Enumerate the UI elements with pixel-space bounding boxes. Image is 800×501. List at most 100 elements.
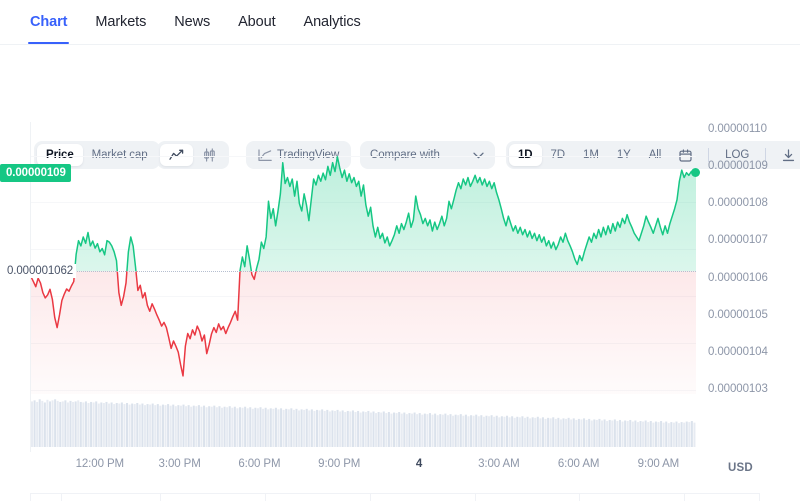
tab-chart[interactable]: Chart bbox=[27, 0, 70, 44]
volume-bar bbox=[688, 422, 691, 447]
x-axis-tick: 9:00 AM bbox=[637, 458, 680, 470]
volume-bar bbox=[654, 421, 657, 447]
volume-bar bbox=[69, 400, 72, 447]
volume-bar bbox=[362, 411, 365, 447]
volume-bar bbox=[174, 406, 177, 447]
volume-bar bbox=[472, 415, 475, 447]
tab-markets[interactable]: Markets bbox=[95, 0, 146, 44]
volume-bar bbox=[182, 404, 185, 447]
x-axis-tick: 3:00 PM bbox=[158, 458, 201, 470]
volume-bar bbox=[46, 399, 49, 447]
volume-bar bbox=[693, 422, 696, 447]
volume-bar bbox=[428, 413, 431, 447]
volume-bar bbox=[190, 406, 193, 447]
volume-bar bbox=[385, 413, 388, 447]
volume-bar bbox=[644, 420, 647, 447]
volume-bar bbox=[446, 415, 449, 447]
volume-bar bbox=[570, 419, 573, 447]
volume-bar bbox=[616, 421, 619, 447]
volume-bar bbox=[141, 403, 144, 447]
volume-bar bbox=[41, 400, 44, 447]
volume-bar bbox=[249, 407, 252, 447]
volume-bar bbox=[462, 415, 465, 447]
volume-bar bbox=[31, 401, 34, 447]
volume-bar bbox=[477, 416, 480, 447]
table-cell bbox=[579, 493, 684, 501]
x-axis-tick: 9:00 PM bbox=[318, 458, 361, 470]
tab-news[interactable]: News bbox=[174, 0, 210, 44]
volume-bar bbox=[572, 418, 575, 447]
volume-bar bbox=[131, 403, 134, 447]
volume-bar bbox=[413, 412, 416, 447]
volume-bar bbox=[79, 401, 82, 447]
volume-bar bbox=[244, 406, 247, 447]
volume-bar bbox=[64, 400, 67, 447]
volume-bar bbox=[84, 401, 87, 447]
volume-bar bbox=[459, 414, 462, 447]
reference-price-label: 0.000001062 bbox=[4, 264, 77, 279]
tab-analytics[interactable]: Analytics bbox=[304, 0, 361, 44]
volume-bar bbox=[457, 415, 460, 447]
volume-bar bbox=[87, 403, 90, 447]
volume-bar bbox=[490, 415, 493, 447]
volume-bar bbox=[601, 420, 604, 447]
volume-bar bbox=[369, 412, 372, 447]
volume-bar bbox=[372, 411, 375, 447]
y-axis-tick: 0.00000106 bbox=[708, 271, 768, 284]
volume-bar bbox=[367, 410, 370, 447]
volume-bar bbox=[97, 403, 100, 447]
volume-bar bbox=[292, 409, 295, 447]
volume-bar bbox=[72, 401, 75, 447]
volume-bar bbox=[316, 409, 319, 447]
volume-bar bbox=[631, 421, 634, 447]
volume-bar bbox=[595, 419, 598, 447]
volume-bar bbox=[606, 421, 609, 447]
volume-bar bbox=[169, 405, 172, 447]
volume-bar bbox=[395, 413, 398, 447]
volume-bar bbox=[672, 422, 675, 447]
volume-bar bbox=[213, 405, 216, 447]
volume-bar bbox=[221, 407, 224, 447]
volume-bar bbox=[115, 403, 118, 447]
volume-bar bbox=[549, 418, 552, 447]
volume-bar bbox=[236, 408, 239, 447]
volume-bar bbox=[518, 417, 521, 447]
volume-bar bbox=[203, 405, 206, 447]
volume-bar bbox=[377, 412, 380, 447]
table-cell bbox=[160, 493, 266, 501]
volume-bar bbox=[328, 411, 331, 447]
price-chart[interactable]: CoinMarketCap bbox=[30, 122, 696, 452]
bottom-table-edge bbox=[30, 493, 760, 501]
volume-bar bbox=[110, 402, 113, 447]
volume-bar bbox=[575, 419, 578, 447]
volume-bar bbox=[685, 421, 688, 447]
table-cell bbox=[30, 493, 61, 501]
y-axis-tick: 0.00000104 bbox=[708, 345, 768, 358]
volume-bar bbox=[400, 413, 403, 447]
volume-bar bbox=[426, 414, 429, 447]
table-cell bbox=[60, 493, 161, 501]
current-price-badge: 0.00000109 bbox=[0, 163, 71, 182]
volume-bar bbox=[665, 421, 668, 447]
tab-about[interactable]: About bbox=[238, 0, 276, 44]
volume-bar bbox=[577, 418, 580, 447]
volume-bar bbox=[454, 414, 457, 447]
volume-bar bbox=[264, 407, 267, 447]
volume-bar bbox=[351, 410, 354, 447]
volume-bar bbox=[305, 408, 308, 447]
volume-bar bbox=[280, 408, 283, 447]
volume-bar bbox=[387, 412, 390, 447]
volume-bar bbox=[416, 414, 419, 447]
volume-bar bbox=[513, 417, 516, 447]
volume-bar bbox=[405, 414, 408, 447]
volume-bar bbox=[493, 416, 496, 447]
volume-bar bbox=[403, 412, 406, 447]
volume-bar bbox=[113, 404, 116, 447]
volume-bar bbox=[246, 408, 249, 447]
volume-bar bbox=[223, 406, 226, 447]
volume-bar bbox=[421, 414, 424, 447]
x-axis-tick: 12:00 PM bbox=[75, 458, 125, 470]
volume-bar bbox=[603, 419, 606, 447]
x-axis: 12:00 PM 3:00 PM 6:00 PM 9:00 PM 4 3:00 AM 6:0… bbox=[0, 452, 800, 478]
volume-bar bbox=[364, 412, 367, 447]
